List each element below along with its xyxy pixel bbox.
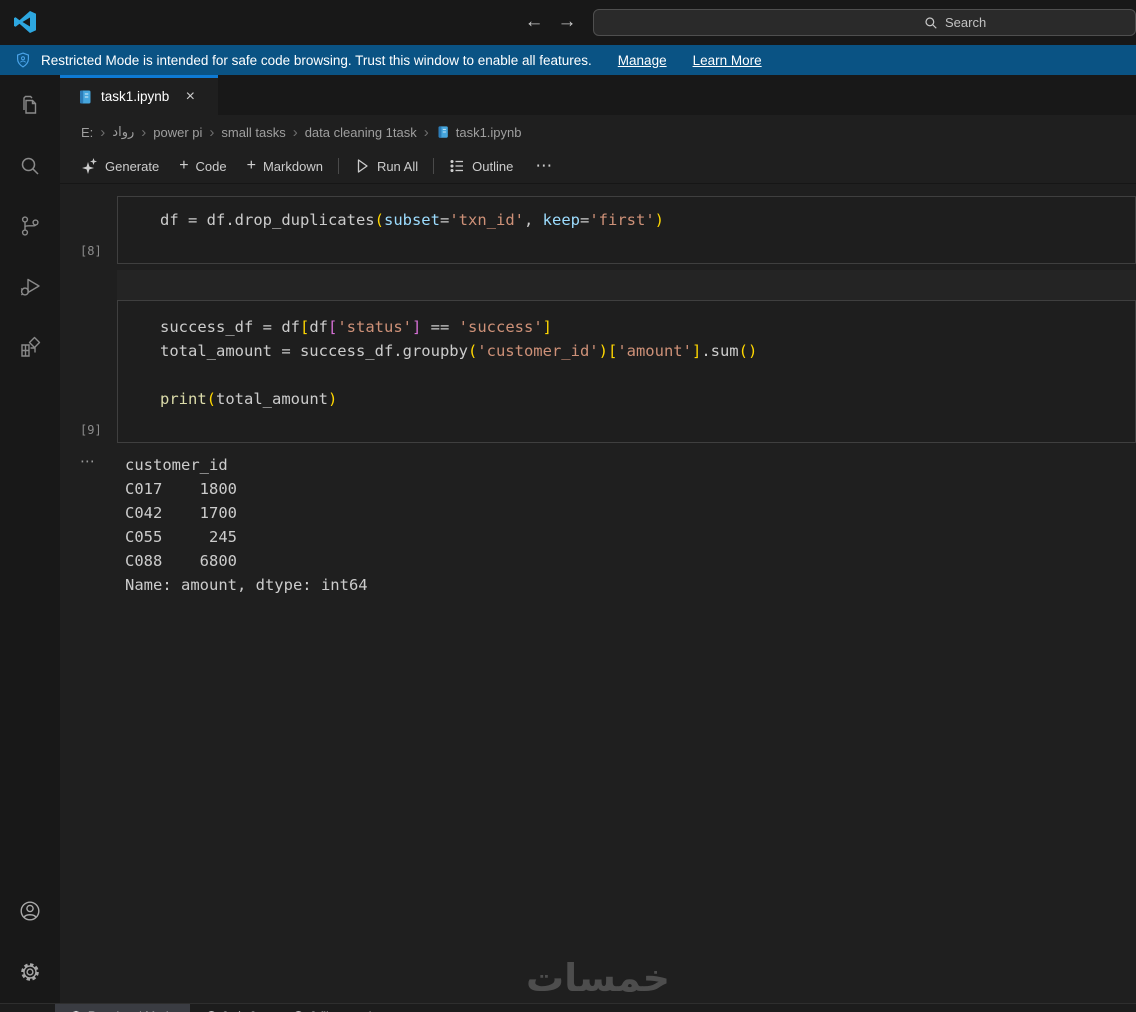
status-bar: ‹ Restricted Mode 0 0 0 files need … xyxy=(0,1003,1136,1012)
code-label: Code xyxy=(195,158,227,174)
execution-count: [9] xyxy=(80,423,102,437)
search-icon xyxy=(925,16,937,29)
breadcrumb-item-file[interactable]: task1.ipynb xyxy=(456,125,522,140)
status-extra-item[interactable]: 0 files need … xyxy=(292,1004,387,1012)
chevron-right-icon: › xyxy=(209,123,215,141)
code-editor[interactable]: success_df = df[df['status'] == 'success… xyxy=(117,300,1136,443)
tab-close-icon[interactable]: × xyxy=(181,88,199,106)
nav-back-button[interactable]: ← xyxy=(520,8,548,36)
chevron-right-icon: › xyxy=(423,123,429,141)
generate-button[interactable]: Generate xyxy=(72,153,169,179)
toolbar-separator xyxy=(337,158,339,174)
breadcrumb: E: › رواد › power pi › small tasks › dat… xyxy=(60,115,1136,149)
chevron-right-icon: › xyxy=(141,123,147,141)
breadcrumb-item-data-cleaning[interactable]: data cleaning 1task xyxy=(305,125,417,140)
cell-output-strip xyxy=(117,270,1136,300)
command-center-search[interactable]: Search xyxy=(593,9,1136,36)
tab-task1-ipynb[interactable]: task1.ipynb × xyxy=(60,78,218,115)
restricted-mode-banner: Restricted Mode is intended for safe cod… xyxy=(0,45,1136,75)
breadcrumb-item-rawad[interactable]: رواد xyxy=(112,124,134,140)
run-all-label: Run All xyxy=(376,158,419,174)
plus-icon: + xyxy=(246,157,256,174)
output-text: customer_id C017 1800 C042 1700 C055 245… xyxy=(125,456,368,594)
settings-gear-icon[interactable] xyxy=(18,960,42,984)
breadcrumb-item-drive[interactable]: E: xyxy=(81,125,93,140)
nav-forward-button[interactable]: → xyxy=(553,8,581,36)
title-bar: ← → Search xyxy=(0,0,1136,45)
khamsat-watermark: خمسات xyxy=(526,956,670,1000)
breadcrumb-item-small-tasks[interactable]: small tasks xyxy=(221,125,285,140)
status-back-chevron-icon[interactable]: ‹ xyxy=(16,1006,21,1012)
tab-bar: task1.ipynb × xyxy=(60,75,1136,115)
more-actions-icon[interactable]: ⋯ xyxy=(523,156,565,176)
sparkle-icon xyxy=(82,158,97,174)
vscode-logo-icon xyxy=(14,11,36,33)
output-menu-icon[interactable]: ⋯ xyxy=(80,452,96,470)
code-cell-1: df = df.drop_duplicates(subset='txn_id',… xyxy=(60,196,1136,264)
add-code-cell-button[interactable]: + Code xyxy=(169,153,236,179)
extensions-icon[interactable] xyxy=(18,335,42,359)
notebook-file-icon xyxy=(80,90,91,103)
banner-message: Restricted Mode is intended for safe cod… xyxy=(41,52,592,68)
add-markdown-cell-button[interactable]: + Markdown xyxy=(237,153,333,179)
outline-button[interactable]: Outline xyxy=(439,153,523,179)
accounts-icon[interactable] xyxy=(18,899,42,923)
manage-link[interactable]: Manage xyxy=(618,53,667,68)
status-problems[interactable]: 0 0 xyxy=(205,1004,256,1012)
activity-bar xyxy=(0,75,60,1003)
learn-more-link[interactable]: Learn More xyxy=(693,53,762,68)
source-control-icon[interactable] xyxy=(18,214,42,238)
search-placeholder: Search xyxy=(945,15,987,30)
chevron-right-icon: › xyxy=(100,123,106,141)
plus-icon: + xyxy=(179,157,189,174)
vscode-window: ← → Search Restricted Mode is intended f… xyxy=(0,0,1136,1012)
tab-label: task1.ipynb xyxy=(101,89,170,104)
breadcrumb-item-power-pi[interactable]: power pi xyxy=(153,125,202,140)
generate-label: Generate xyxy=(105,158,160,174)
markdown-label: Markdown xyxy=(262,158,323,174)
toolbar-separator xyxy=(433,158,435,174)
notebook-toolbar: Generate + Code + Markdown Run All Outli… xyxy=(60,149,1136,184)
workspace-trust-shield-icon xyxy=(17,52,29,68)
run-all-icon xyxy=(357,159,368,173)
status-restricted-mode[interactable]: Restricted Mode xyxy=(55,1004,190,1012)
outline-list-icon xyxy=(450,159,464,173)
run-all-button[interactable]: Run All xyxy=(344,153,428,179)
execution-count: [8] xyxy=(80,244,102,258)
code-editor[interactable]: df = df.drop_duplicates(subset='txn_id',… xyxy=(117,196,1136,264)
outline-label: Outline xyxy=(472,158,514,174)
search-view-icon[interactable] xyxy=(18,154,42,178)
notebook-editor: df = df.drop_duplicates(subset='txn_id',… xyxy=(60,184,1136,1003)
code-cell-2: success_df = df[df['status'] == 'success… xyxy=(60,300,1136,443)
notebook-file-icon xyxy=(438,126,448,138)
run-debug-icon[interactable] xyxy=(18,275,42,299)
chevron-right-icon: › xyxy=(292,123,298,141)
explorer-icon[interactable] xyxy=(18,93,42,117)
